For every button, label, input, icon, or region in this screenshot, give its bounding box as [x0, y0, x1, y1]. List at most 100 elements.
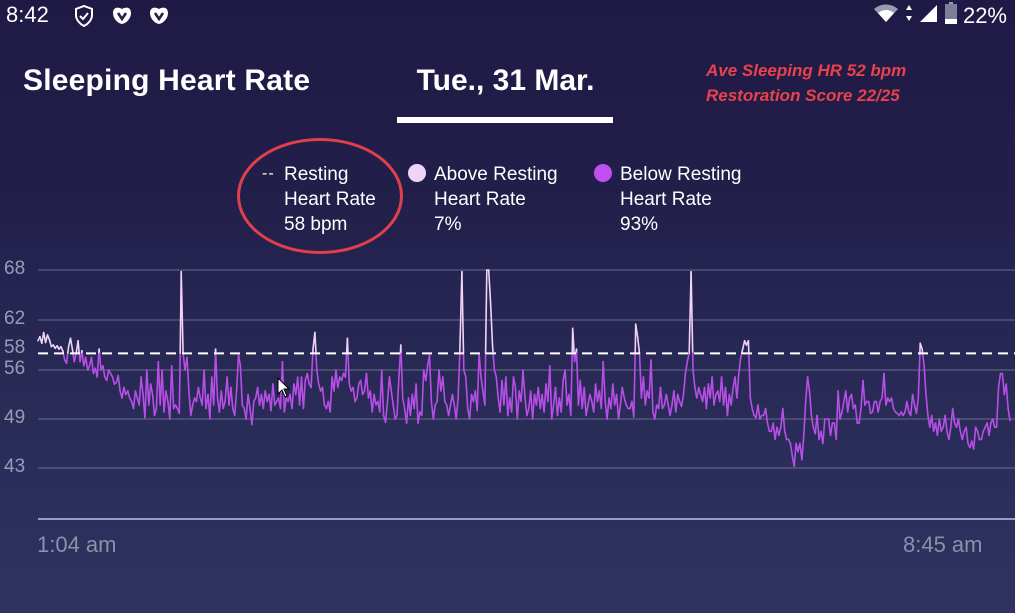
- hr-segment-below: [516, 390, 521, 420]
- hr-segment-below: [105, 369, 110, 382]
- hr-segment-below: [522, 369, 526, 399]
- hr-segment-below: [161, 369, 165, 413]
- hr-segment-below: [877, 400, 881, 413]
- hr-segment-below: [163, 390, 167, 413]
- hr-segment-below: [140, 376, 144, 396]
- hr-segment-below: [380, 369, 385, 417]
- hr-segment-below: [749, 397, 754, 410]
- hr-segment-below: [829, 422, 834, 437]
- hr-segment-below: [925, 393, 929, 417]
- hr-segment-above: [484, 269, 488, 355]
- hr-segment-below: [944, 414, 948, 433]
- hr-segment-below: [464, 376, 469, 410]
- hr-segment-below: [802, 400, 807, 437]
- hr-segment-below: [730, 386, 734, 406]
- hr-segment-below: [560, 379, 564, 413]
- hr-segment-below: [149, 383, 154, 396]
- hr-segment-below: [617, 404, 622, 420]
- hr-segment-below: [127, 390, 131, 399]
- hr-segment-below: [778, 426, 782, 437]
- hr-segment-below: [980, 430, 985, 441]
- hr-segment-below: [621, 386, 626, 399]
- hr-segment-below: [315, 369, 320, 385]
- hr-segment-above: [69, 337, 74, 351]
- hr-segment-below: [751, 407, 755, 417]
- hr-segment-below: [822, 418, 826, 445]
- hr-segment-above: [48, 339, 53, 348]
- hr-segment-below: [890, 397, 895, 410]
- hr-segment-below: [484, 352, 487, 406]
- hr-segment-below: [495, 376, 500, 399]
- hr-segment-below: [478, 352, 482, 378]
- hr-segment-below: [480, 376, 484, 392]
- hr-segment-below: [388, 376, 393, 392]
- hr-segment-below: [653, 404, 658, 420]
- hr-segment-below: [344, 352, 348, 378]
- hr-segment-below: [883, 372, 887, 406]
- hr-segment-below: [400, 352, 404, 399]
- hr-segment-below: [347, 352, 351, 385]
- hr-segment-below: [96, 352, 100, 378]
- hr-segment-below: [79, 352, 83, 363]
- hr-segment-above: [67, 345, 70, 355]
- hr-segment-below: [510, 376, 515, 413]
- hr-segment-below: [585, 404, 589, 417]
- hr-segment-below: [747, 352, 752, 399]
- hr-segment-above: [487, 269, 492, 305]
- hr-segment-below: [302, 379, 307, 410]
- hr-segment-below: [315, 352, 318, 371]
- hr-segment-below: [862, 379, 866, 406]
- hr-segment-below: [602, 360, 607, 403]
- hr-segment-below: [291, 383, 295, 410]
- hr-segment-below: [789, 442, 794, 457]
- hr-segment-below: [659, 386, 664, 410]
- hr-segment-below: [98, 352, 102, 371]
- hr-segment-below: [757, 404, 761, 420]
- hr-segment-below: [233, 390, 238, 417]
- hr-segment-below: [674, 393, 679, 413]
- hr-segment-below: [846, 397, 851, 413]
- hr-segment-below: [606, 397, 610, 420]
- hr-segment-below: [531, 393, 536, 420]
- hr-segment-below: [737, 356, 742, 375]
- hr-segment-below: [850, 393, 855, 410]
- hr-segment-below: [476, 352, 480, 412]
- hr-segment-below: [230, 386, 234, 410]
- hr-segment-below: [220, 390, 224, 410]
- hr-segment-below: [365, 372, 370, 399]
- hr-segment-below: [390, 390, 395, 406]
- hr-segment-below: [272, 383, 276, 406]
- hr-segment-below: [153, 407, 158, 417]
- hr-segment-below: [965, 426, 969, 445]
- hr-segment-below: [203, 369, 207, 410]
- hr-segment-below: [352, 386, 356, 403]
- hr-segment-below: [186, 356, 190, 392]
- hr-segment-above: [77, 339, 80, 355]
- hr-segment-below: [251, 400, 255, 426]
- hr-segment-below: [930, 414, 935, 433]
- hr-segment-below: [837, 390, 841, 420]
- hr-segment-below: [455, 397, 459, 420]
- hr-segment-below: [65, 352, 69, 365]
- hr-segment-below: [793, 442, 797, 468]
- hr-segment-below: [995, 386, 1000, 429]
- hr-segment-below: [632, 352, 637, 418]
- mouse-cursor-icon: [277, 377, 291, 398]
- hr-segment-below: [178, 352, 181, 415]
- hr-segment-below: [428, 354, 433, 403]
- hr-segment-below: [713, 393, 717, 406]
- hr-segment-below: [991, 418, 996, 429]
- hr-segment-below: [451, 393, 456, 406]
- hr-segment-below: [310, 352, 314, 389]
- hr-segment-below: [650, 359, 654, 413]
- hr-segment-below: [684, 360, 689, 375]
- hr-segment-below: [151, 393, 156, 417]
- hr-segment-above: [489, 302, 494, 346]
- hr-segment-below: [148, 383, 152, 406]
- hr-segment-below: [764, 407, 769, 424]
- hr-segment-below: [392, 404, 396, 420]
- hr-segment-below: [911, 393, 916, 406]
- hr-segment-below: [948, 426, 952, 441]
- hr-segment-below: [505, 376, 509, 417]
- hr-segment-below: [329, 376, 333, 413]
